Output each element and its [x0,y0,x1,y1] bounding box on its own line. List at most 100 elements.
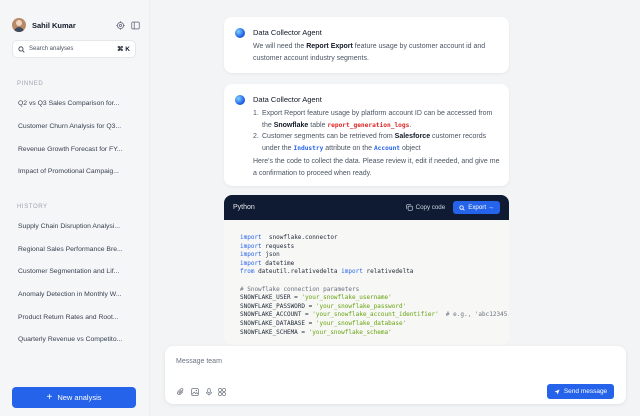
code-line: import snowflake.connector [240,234,509,243]
search-input[interactable]: Search analyses ⌘ K [12,40,136,58]
code-token: import [240,242,262,250]
code-token: # Snowflake connection parameters [240,285,360,293]
inline-code: Account [373,144,401,152]
avatar[interactable] [12,18,26,32]
code-token: 'your_snowflake_schema' [308,328,392,336]
code-token: snowflake.connector [261,234,338,241]
history-label: HISTORY [17,204,48,210]
user-row: Sahil Kumar [12,17,140,33]
history-item[interactable]: Customer Segmentation and Lif... [18,268,130,275]
apps-icon[interactable] [217,387,226,396]
code-content: import snowflake.connector import request… [240,234,509,337]
code-token: SNOWFLAKE_USER = [240,294,302,302]
search-placeholder: Search analyses [29,46,74,52]
code-token: 'your_snowflake_password' [315,302,407,310]
history-item[interactable]: Product Return Rates and Root... [18,314,130,321]
new-analysis-label: New analysis [57,393,102,402]
message-input[interactable]: Message team [176,358,222,365]
search-icon [459,204,465,211]
code-token: from [240,268,255,276]
code-line: # Snowflake connection parameters [240,286,509,295]
code-line: SNOWFLAKE_DATABASE = 'your_snowflake_dat… [240,320,509,329]
pinned-item[interactable]: Revenue Growth Forecast for FY... [18,146,130,153]
code-token: import [240,259,262,267]
pinned-item[interactable]: Q2 vs Q3 Sales Comparison for... [18,100,130,107]
steps-list: 1. Export Report feature usage by platfor… [253,108,503,154]
pinned-item[interactable]: Impact of Promotional Campaig... [18,168,130,175]
code-line: import datetime [240,260,509,269]
text-segment: We will need the [253,43,307,50]
image-icon[interactable] [190,387,199,396]
history-item[interactable]: Supply Chain Disruption Analysi... [18,223,130,230]
microphone-icon[interactable] [204,387,213,396]
step-number: 2. [253,133,259,140]
code-token: SNOWFLAKE_SCHEMA = [240,328,309,336]
code-line: from dateutil.relativedelta import relat… [240,268,509,277]
text-bold: Report Export [306,43,353,50]
code-token: import [341,268,363,276]
history-item[interactable]: Anomaly Detection in Monthly W... [18,291,130,298]
code-token: requests [261,242,295,250]
text-segment: table [308,121,328,129]
text-segment: Customer segments can be retrieved from [262,133,395,140]
sidebar: Sahil Kumar Search analyses ⌘ K PINNED Q… [0,0,150,416]
sidebar-toggle-icon[interactable] [130,20,140,30]
code-token: json [261,251,280,259]
history-item[interactable]: Regional Sales Performance Bre... [18,246,130,253]
pinned-label: PINNED [17,81,44,87]
code-line: SNOWFLAKE_SCHEMA = 'your_snowflake_schem… [240,329,509,338]
message-text: We will need the Report Export feature u… [253,41,501,65]
settings-icon[interactable] [115,20,125,30]
code-token: SNOWFLAKE_DATABASE = [240,319,316,327]
attach-icon[interactable] [176,387,185,396]
code-line: import json [240,251,509,260]
export-button[interactable]: Export → [453,201,500,214]
code-token: 'your_snowflake_account_identifier' [312,311,439,319]
copy-code-label: Copy code [415,204,446,211]
pinned-item[interactable]: Customer Churn Analysis for Q3... [18,123,130,130]
code-token: # e.g., 'abc12345.us- [445,311,509,319]
history-item[interactable]: Quarterly Revenue vs Competito... [18,336,130,343]
text-segment: attribute on the [323,144,374,152]
user-name: Sahil Kumar [32,20,76,30]
copy-code-button[interactable]: Copy code [405,204,446,211]
code-token: SNOWFLAKE_ACCOUNT = [240,311,313,319]
code-token: import [240,251,262,259]
list-item: 2. Customer segments can be retrieved fro… [253,131,503,154]
plus-icon: + [46,391,53,403]
text-segment: . [409,121,412,129]
code-language: Python [233,204,255,211]
agent-avatar-icon [235,95,245,105]
send-message-button[interactable]: Send message [547,384,614,399]
code-token: datetime [261,259,295,267]
new-analysis-button[interactable]: + New analysis [12,387,136,408]
code-line: SNOWFLAKE_USER = 'your_snowflake_usernam… [240,294,509,303]
search-shortcut: ⌘ K [117,46,130,53]
agent-name: Data Collector Agent [253,95,322,104]
step-number: 1. [253,110,259,117]
code-line: SNOWFLAKE_ACCOUNT = 'your_snowflake_acco… [240,311,509,320]
code-token: 'your_snowflake_username' [301,294,392,302]
code-token: 'your_snowflake_database' [315,319,407,327]
inline-code: Industry [293,144,324,152]
code-token: dateutil.relativedelta [254,268,342,276]
code-token: import [240,234,262,241]
agent-avatar-icon [235,28,245,38]
code-block: Python Copy code Export → import snowfla… [224,195,509,345]
export-label: Export → [468,204,494,211]
text-segment: object [400,144,421,152]
agent-message: Data Collector Agent We will need the Re… [224,17,509,73]
copy-icon [405,204,413,211]
code-token: SNOWFLAKE_PASSWORD = [240,302,316,310]
message-composer: Message team Send message [165,346,626,404]
text-bold: Salesforce [394,133,431,140]
code-line: SNOWFLAKE_PASSWORD = 'your_snowflake_pas… [240,303,509,312]
code-line: import requests [240,243,509,252]
list-item: 1. Export Report feature usage by platfor… [253,108,503,131]
code-token: relativedelta [362,268,414,276]
message-footer-text: Here's the code to collect the data. Ple… [253,158,500,177]
send-icon [554,388,560,395]
agent-name: Data Collector Agent [253,28,322,37]
send-message-label: Send message [563,388,608,395]
